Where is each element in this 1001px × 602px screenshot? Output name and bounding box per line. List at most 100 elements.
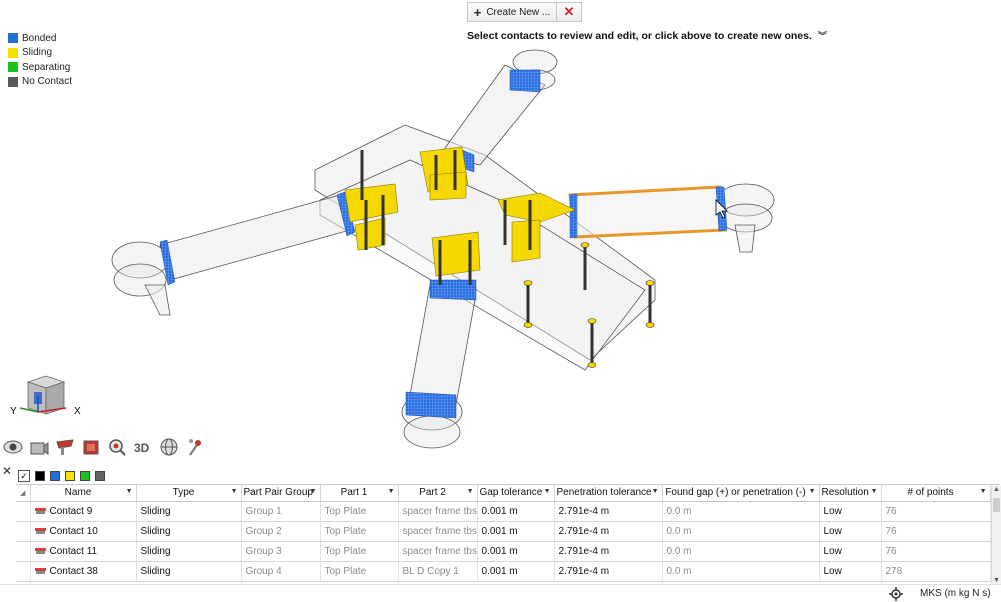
units-settings-icon[interactable] (889, 587, 903, 601)
row-selector[interactable] (16, 501, 31, 522)
type-cell[interactable]: Sliding (136, 561, 242, 582)
column-header-penetration-tolerance[interactable]: Penetration tolerance ▼ (554, 485, 663, 502)
cancel-create-button[interactable]: ✕ (557, 2, 582, 22)
group-cell[interactable]: Group 3 (241, 541, 321, 562)
dropdown-arrow-icon[interactable]: ▼ (388, 488, 395, 495)
camera-icon[interactable] (28, 436, 50, 458)
globe-icon[interactable] (158, 436, 180, 458)
penetration-tolerance-cell[interactable]: 2.791e-4 m (554, 501, 663, 522)
dropdown-arrow-icon[interactable]: ▼ (871, 488, 878, 495)
section-view-icon[interactable] (54, 436, 76, 458)
drone-model[interactable] (0, 0, 1001, 462)
row-selector[interactable] (16, 521, 31, 542)
column-header-found-gap[interactable]: Found gap (+) or penetration (-) ▼ (662, 485, 820, 502)
double-chevron-down-icon[interactable]: ︾ (818, 29, 827, 42)
column-header-points[interactable]: # of points ▼ (881, 485, 991, 502)
dropdown-arrow-icon[interactable]: ▼ (809, 488, 816, 495)
found-gap-cell[interactable]: 0.0 m (662, 501, 820, 522)
filter-swatch-yellow[interactable] (65, 471, 75, 481)
group-cell[interactable]: Group 2 (241, 521, 321, 542)
gap-tolerance-cell[interactable]: 0.001 m (477, 501, 555, 522)
units-label[interactable]: MKS (m kg N s) (920, 588, 991, 599)
gap-tolerance-cell[interactable]: 0.001 m (477, 541, 555, 562)
table-row[interactable]: Contact 9 Sliding Group 1 Top Plate spac… (16, 501, 991, 522)
penetration-tolerance-cell[interactable]: 2.791e-4 m (554, 561, 663, 582)
create-new-button[interactable]: + Create New ... (467, 2, 557, 22)
view-cube[interactable]: Y X (8, 374, 88, 422)
part2-cell[interactable]: spacer frame tbs (398, 541, 478, 562)
analyze-icon[interactable] (184, 436, 206, 458)
points-cell[interactable]: 278 (881, 561, 991, 582)
zoom-icon[interactable] (106, 436, 128, 458)
row-selector[interactable] (16, 541, 31, 562)
part1-cell[interactable]: Top Plate (320, 561, 399, 582)
column-header-type[interactable]: Type ▼ (136, 485, 242, 502)
dropdown-arrow-icon[interactable]: ▼ (126, 488, 133, 495)
box-view-icon[interactable] (80, 436, 102, 458)
3d-viewport[interactable] (0, 0, 1001, 462)
type-cell[interactable]: Sliding (136, 501, 242, 522)
penetration-tolerance-cell[interactable]: 2.791e-4 m (554, 521, 663, 542)
column-label: Gap tolerance (479, 487, 543, 499)
column-header-part2[interactable]: Part 2 ▼ (398, 485, 478, 502)
filter-swatch-black[interactable] (35, 471, 45, 481)
resolution-cell[interactable]: Low (819, 541, 882, 562)
dropdown-arrow-icon[interactable]: ▼ (310, 488, 317, 495)
found-gap-cell[interactable]: 0.0 m (662, 561, 820, 582)
name-cell[interactable]: Contact 11 (30, 541, 137, 562)
type-cell[interactable]: Sliding (136, 541, 242, 562)
part1-cell[interactable]: Top Plate (320, 501, 399, 522)
group-cell[interactable]: Group 4 (241, 561, 321, 582)
penetration-tolerance-cell[interactable]: 2.791e-4 m (554, 541, 663, 562)
select-all-checkbox[interactable]: ✓ (18, 470, 30, 482)
resolution-cell[interactable]: Low (819, 501, 882, 522)
type-cell[interactable]: Sliding (136, 521, 242, 542)
column-label: # of points (907, 487, 954, 499)
table-row[interactable]: Contact 11 Sliding Group 3 Top Plate spa… (16, 541, 991, 562)
table-row[interactable]: Contact 38 Sliding Group 4 Top Plate BL … (16, 561, 991, 582)
column-header-gap-tolerance[interactable]: Gap tolerance ▼ (477, 485, 555, 502)
group-cell[interactable]: Group 1 (241, 501, 321, 522)
bonded-swatch (8, 33, 18, 44)
column-header-resolution[interactable]: Resolution ▼ (819, 485, 882, 502)
gap-tolerance-cell[interactable]: 0.001 m (477, 561, 555, 582)
table-scrollbar[interactable]: ▲ ▼ (991, 486, 1001, 584)
part1-cell[interactable]: Top Plate (320, 521, 399, 542)
part1-cell[interactable]: Top Plate (320, 541, 399, 562)
filter-swatch-blue[interactable] (50, 471, 60, 481)
scroll-up-icon[interactable]: ▲ (993, 486, 1000, 493)
render-3d-icon[interactable]: 3D (132, 436, 154, 458)
dropdown-arrow-icon[interactable]: ▼ (652, 488, 659, 495)
row-selector-header[interactable]: ◢ (16, 485, 31, 502)
points-cell[interactable]: 76 (881, 521, 991, 542)
scroll-down-icon[interactable]: ▼ (993, 577, 1000, 584)
scroll-thumb[interactable] (993, 498, 1000, 512)
part2-cell[interactable]: spacer frame tbs (398, 521, 478, 542)
dropdown-arrow-icon[interactable]: ▼ (231, 488, 238, 495)
contact-name: Contact 38 (49, 565, 98, 577)
points-cell[interactable]: 76 (881, 541, 991, 562)
points-cell[interactable]: 76 (881, 501, 991, 522)
close-icon[interactable]: ✕ (2, 464, 12, 478)
column-header-part-pair-group[interactable]: Part Pair Group ▼ (241, 485, 321, 502)
row-selector[interactable] (16, 561, 31, 582)
name-cell[interactable]: Contact 9 (30, 501, 137, 522)
resolution-cell[interactable]: Low (819, 521, 882, 542)
eye-icon[interactable] (2, 436, 24, 458)
part2-cell[interactable]: BL D Copy 1 (398, 561, 478, 582)
resolution-cell[interactable]: Low (819, 561, 882, 582)
table-row[interactable]: Contact 10 Sliding Group 2 Top Plate spa… (16, 521, 991, 542)
name-cell[interactable]: Contact 38 (30, 561, 137, 582)
filter-swatch-green[interactable] (80, 471, 90, 481)
dropdown-arrow-icon[interactable]: ▼ (467, 488, 474, 495)
dropdown-arrow-icon[interactable]: ▼ (980, 488, 987, 495)
column-header-name[interactable]: Name ▼ (30, 485, 137, 502)
column-header-part1[interactable]: Part 1 ▼ (320, 485, 399, 502)
dropdown-arrow-icon[interactable]: ▼ (544, 488, 551, 495)
part2-cell[interactable]: spacer frame tbs (398, 501, 478, 522)
found-gap-cell[interactable]: 0.0 m (662, 521, 820, 542)
name-cell[interactable]: Contact 10 (30, 521, 137, 542)
filter-swatch-gray[interactable] (95, 471, 105, 481)
gap-tolerance-cell[interactable]: 0.001 m (477, 521, 555, 542)
found-gap-cell[interactable]: 0.0 m (662, 541, 820, 562)
